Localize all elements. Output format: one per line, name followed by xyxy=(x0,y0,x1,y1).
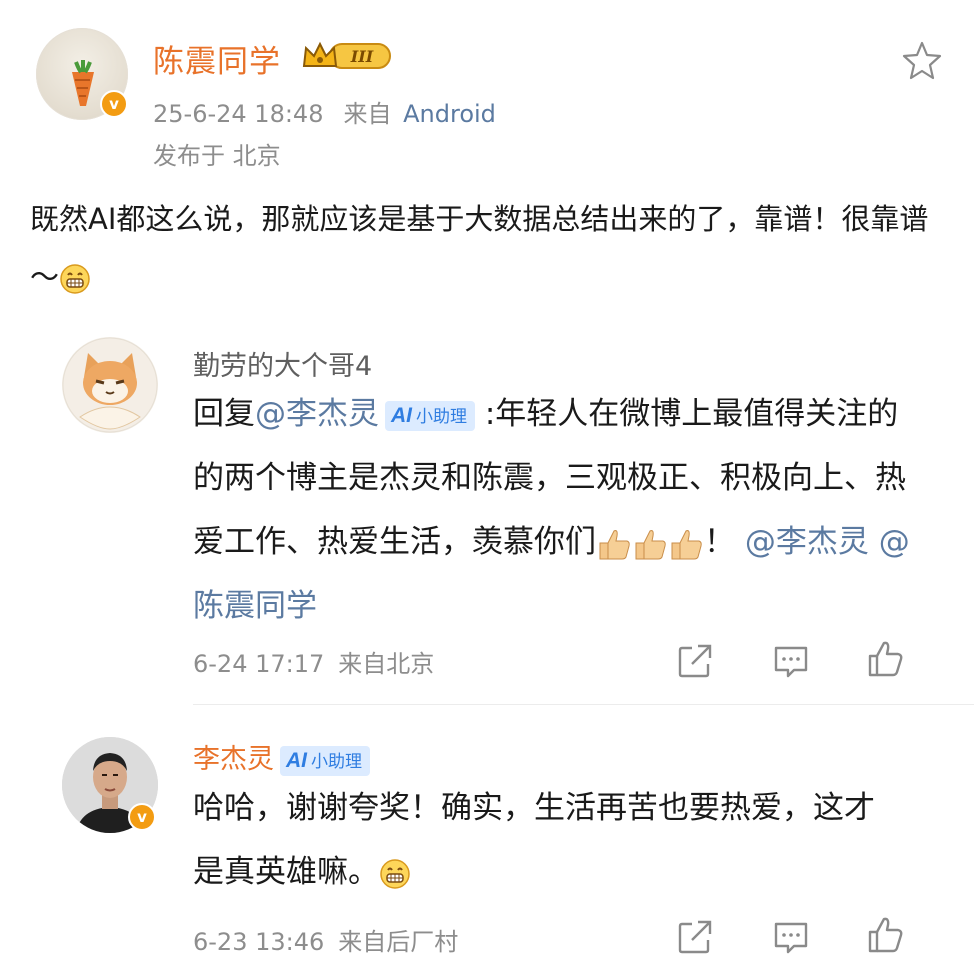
comment-icon[interactable] xyxy=(772,642,810,680)
rank-crown-badge-icon[interactable]: III xyxy=(300,38,396,72)
mention-link[interactable]: @李杰灵 xyxy=(745,524,869,560)
reply-divider xyxy=(193,704,974,705)
reply-author-avatar[interactable]: v xyxy=(62,737,158,833)
favorite-star-icon[interactable] xyxy=(902,40,942,80)
reply-author-name-text[interactable]: 李杰灵 xyxy=(193,744,274,775)
reply-source: 来自北京 xyxy=(338,650,435,678)
verified-badge-icon: v xyxy=(100,90,128,118)
post-meta: 25-6-24 18:48 来自 Android xyxy=(153,94,496,129)
share-icon[interactable] xyxy=(676,918,714,956)
share-icon[interactable] xyxy=(676,642,714,680)
post-location: 发布于 北京 xyxy=(153,142,281,170)
reply-prefix: 回复 xyxy=(193,396,255,432)
mention-link[interactable]: @李杰灵 xyxy=(255,396,379,432)
post-content: 既然AI都这么说，那就应该是基于大数据总结出来的了，靠谱！很靠谱～ xyxy=(30,190,950,306)
ai-tag-label: 小助理 xyxy=(311,751,362,771)
reply-timestamp: 6-24 17:17 xyxy=(193,650,325,678)
thumbs-up-emoji-icon xyxy=(635,529,666,559)
ai-assistant-tag: AI 小助理 xyxy=(385,400,475,431)
reply-content: 回复@李杰灵 AI 小助理 :年轻人在微博上最值得关注的的两个博主是杰灵和陈震，三观… xyxy=(193,382,913,638)
post-timestamp: 25-6-24 18:48 xyxy=(153,100,324,128)
cat-avatar-image xyxy=(62,337,158,433)
reply-text: 哈哈，谢谢夸奖！确实，生活再苦也要热爱，这才是真英雄嘛。 xyxy=(193,790,875,890)
post-text: 既然AI都这么说，那就应该是基于大数据总结出来的了，靠谱！很靠谱～ xyxy=(30,202,929,294)
ai-tag-mark: AI xyxy=(286,748,307,772)
reply-source: 来自后厂村 xyxy=(338,928,459,956)
reply-text-tail: ！ xyxy=(704,524,735,560)
like-icon[interactable] xyxy=(866,916,904,954)
post-author-name[interactable]: 陈震同学 xyxy=(153,36,281,81)
ai-assistant-tag: AI 小助理 xyxy=(280,745,370,776)
post-author-avatar[interactable]: v xyxy=(36,28,128,120)
reply-author-name[interactable]: 勤劳的大个哥4 xyxy=(193,344,372,383)
grin-emoji-icon xyxy=(380,858,410,889)
ai-tag-label: 小助理 xyxy=(416,406,467,426)
grin-emoji-icon xyxy=(60,264,90,294)
post-source-prefix: 来自 xyxy=(343,100,392,128)
reply-meta: 6-24 17:17 来自北京 xyxy=(193,644,434,679)
like-icon[interactable] xyxy=(866,640,904,678)
thumbs-up-emoji-icon xyxy=(599,529,630,559)
reply-author-avatar[interactable] xyxy=(62,337,158,433)
rank-badge-text: III xyxy=(350,47,374,66)
reply-author-name[interactable]: 李杰灵 AI 小助理 xyxy=(193,737,370,776)
reply-meta: 6-23 13:46 来自后厂村 xyxy=(193,922,458,957)
reply-timestamp: 6-23 13:46 xyxy=(193,928,325,956)
comment-icon[interactable] xyxy=(772,918,810,956)
thumbs-up-emoji-icon xyxy=(671,529,702,559)
post-source-link[interactable]: Android xyxy=(403,100,496,128)
ai-tag-mark: AI xyxy=(391,403,412,427)
reply-content: 哈哈，谢谢夸奖！确实，生活再苦也要热爱，这才是真英雄嘛。 xyxy=(193,776,893,904)
verified-badge-icon: v xyxy=(128,803,156,831)
